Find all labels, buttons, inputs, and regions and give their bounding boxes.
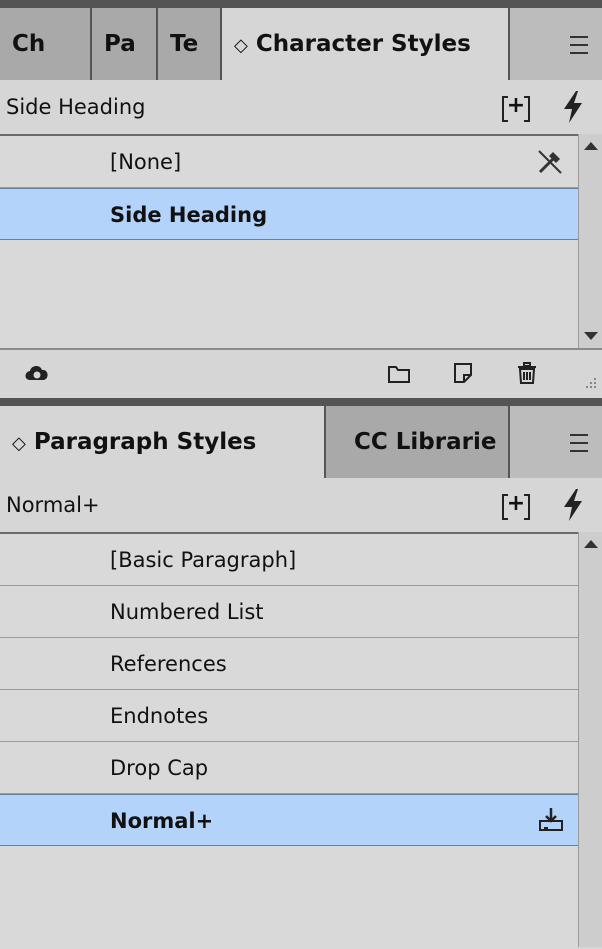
scroll-up-arrow-icon[interactable] [584, 142, 598, 150]
resize-grip-icon[interactable] [582, 376, 598, 392]
lightning-bolt-icon[interactable] [560, 488, 586, 522]
tab-bar: Ch Pa Te ◇ Character Styles [0, 0, 602, 80]
hamburger-menu-icon [570, 434, 588, 452]
item-label: Side Heading [110, 203, 268, 227]
scroll-up-arrow-icon[interactable] [584, 540, 598, 548]
paragraph-style-list: [Basic Paragraph] Numbered List Referenc… [0, 532, 578, 949]
list-item[interactable]: Drop Cap [0, 742, 578, 794]
current-style-bar: Side Heading + [0, 80, 602, 134]
item-label: [Basic Paragraph] [110, 548, 297, 572]
tab-cc-libraries[interactable]: CC Librarie [326, 406, 510, 478]
creative-cloud-icon[interactable] [22, 358, 52, 388]
style-import-icon [539, 808, 563, 831]
list-item-selected[interactable]: Normal+ [0, 794, 578, 846]
list-item[interactable]: References [0, 638, 578, 690]
tab-label: CC Librarie [354, 429, 497, 455]
tab-label: Paragraph Styles [33, 429, 257, 455]
character-styles-panel: Ch Pa Te ◇ Character Styles Side Heading … [0, 0, 602, 398]
new-style-group-icon[interactable]: + [502, 493, 530, 520]
new-style-icon[interactable] [448, 358, 478, 388]
list-item[interactable]: [None] [0, 136, 578, 188]
tab-text[interactable]: Te [158, 8, 222, 80]
scrollbar[interactable] [578, 134, 602, 348]
tab-bar: ◇ Paragraph Styles CC Librarie [0, 398, 602, 478]
tab-label: Character Styles [255, 31, 471, 57]
list-item[interactable]: Numbered List [0, 586, 578, 638]
item-label: [None] [110, 150, 182, 174]
tab-character[interactable]: Ch [0, 8, 92, 80]
hamburger-menu-icon [570, 36, 588, 54]
panel-menu-button[interactable] [512, 406, 602, 478]
chevron-updown-icon: ◇ [234, 35, 248, 56]
scroll-down-arrow-icon[interactable] [584, 332, 598, 340]
tab-character-styles[interactable]: ◇ Character Styles [222, 8, 510, 80]
item-label: Normal+ [110, 809, 214, 833]
list-item-selected[interactable]: Side Heading [0, 188, 578, 240]
paragraph-styles-panel: ◇ Paragraph Styles CC Librarie Normal+ + … [0, 398, 602, 949]
current-style-label: Normal+ [6, 493, 100, 517]
chevron-updown-icon: ◇ [12, 433, 26, 454]
tab-paragraph-styles[interactable]: ◇ Paragraph Styles [0, 406, 326, 478]
item-label: Numbered List [110, 600, 264, 624]
tab-label: Te [170, 31, 199, 57]
trash-icon[interactable] [512, 358, 542, 388]
current-style-label: Side Heading [6, 95, 146, 119]
tab-label: Pa [104, 31, 136, 57]
panel-menu-button[interactable] [512, 8, 602, 80]
tab-paragraph[interactable]: Pa [92, 8, 158, 80]
panel-footer [0, 348, 602, 396]
new-style-group-icon[interactable]: + [502, 95, 530, 122]
item-label: References [110, 652, 227, 676]
item-label: Endnotes [110, 704, 209, 728]
current-style-bar: Normal+ + [0, 478, 602, 532]
character-style-list: [None] Side Heading [0, 134, 578, 350]
item-label: Drop Cap [110, 756, 209, 780]
folder-icon[interactable] [384, 358, 414, 388]
lightning-bolt-icon[interactable] [560, 90, 586, 124]
scrollbar[interactable] [578, 532, 602, 947]
list-item[interactable]: [Basic Paragraph] [0, 534, 578, 586]
list-item[interactable]: Endnotes [0, 690, 578, 742]
tab-label: Ch [12, 31, 46, 57]
no-override-icon [538, 150, 562, 174]
